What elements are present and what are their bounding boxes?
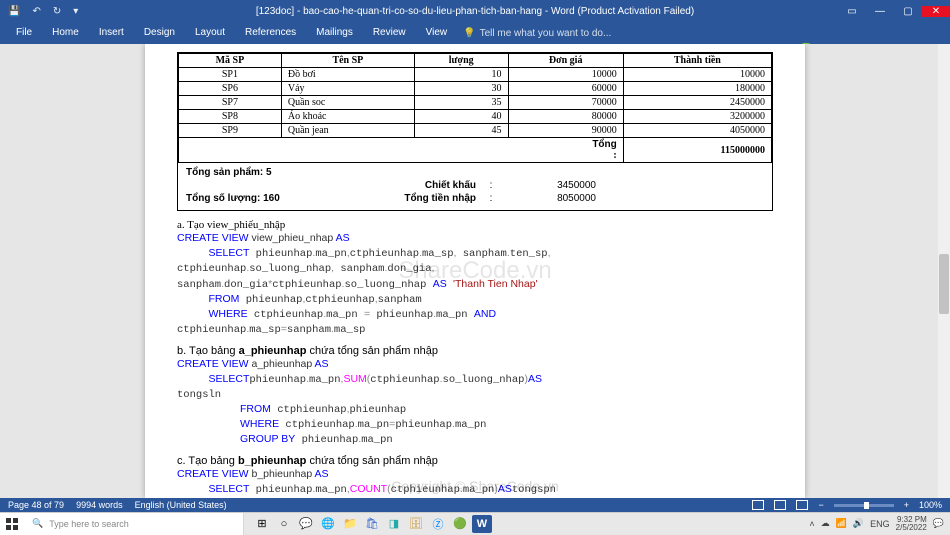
app-store-icon[interactable]: 🛍	[362, 515, 382, 533]
tong-so-luong: Tổng số lượng: 160	[186, 193, 326, 204]
tong-san-pham: Tổng sản phẩm: 5	[186, 167, 326, 178]
maximize-button[interactable]: ▢	[894, 6, 922, 17]
table-row: SP7Quần soc35700002450000	[179, 96, 772, 110]
scrollbar-thumb[interactable]	[939, 254, 949, 314]
print-layout-icon[interactable]	[774, 500, 786, 510]
th-thanhtien: Thành tiền	[623, 54, 771, 68]
minimize-button[interactable]: —	[866, 6, 894, 17]
search-placeholder: Type here to search	[49, 519, 129, 529]
chiet-khau-value: 3450000	[506, 180, 596, 191]
table-row: SP1Đồ bơi101000010000	[179, 68, 772, 82]
th-dongia: Đơn giá	[508, 54, 623, 68]
zoom-slider[interactable]	[834, 504, 894, 507]
close-button[interactable]: ✕	[922, 6, 950, 17]
tray-volume-icon[interactable]: 🔊	[853, 518, 864, 529]
section-a-label: a. Tạo view_phiếu_nhập	[177, 219, 773, 231]
app-sql-icon[interactable]: 🗄	[406, 515, 426, 533]
undo-icon[interactable]: ↶	[32, 6, 40, 17]
status-page[interactable]: Page 48 of 79	[8, 500, 64, 510]
tell-me-box[interactable]: 💡 Tell me what you want to do...	[463, 28, 611, 39]
tray-onedrive-icon[interactable]: ☁	[821, 518, 830, 529]
code-block-a: CREATE VIEW view_phieu_nhap AS SELECT ph…	[177, 231, 773, 337]
tong-tien-label: Tổng tiền nhập	[326, 193, 476, 204]
tab-review[interactable]: Review	[363, 22, 416, 44]
read-mode-icon[interactable]	[752, 500, 764, 510]
zoom-level[interactable]: 100%	[919, 500, 942, 510]
tray-clock[interactable]: 9:32 PM 2/5/2022	[896, 516, 927, 532]
save-icon[interactable]: 💾	[8, 6, 20, 17]
app-zalo-icon[interactable]: Ⓩ	[428, 515, 448, 533]
th-luong: lượng	[414, 54, 508, 68]
web-layout-icon[interactable]	[796, 500, 808, 510]
search-icon: 🔍	[32, 518, 43, 529]
windows-taskbar: 🔍 Type here to search ⊞ ○ 💬 🌐 📁 🛍 ◨ 🗄 Ⓩ …	[0, 512, 950, 534]
table-row: SP9Quần jean45900004050000	[179, 124, 772, 138]
tab-home[interactable]: Home	[42, 22, 89, 44]
tab-layout[interactable]: Layout	[185, 22, 235, 44]
tab-file[interactable]: File	[6, 22, 42, 44]
tell-me-text: Tell me what you want to do...	[480, 28, 612, 39]
app-vscode-icon[interactable]: ◨	[384, 515, 404, 533]
status-bar: Page 48 of 79 9994 words English (United…	[0, 498, 950, 512]
table-row: SP8Áo khoác40800003200000	[179, 110, 772, 124]
lightbulb-icon: 💡	[463, 28, 475, 39]
task-view-icon[interactable]: ⊞	[252, 515, 272, 533]
zoom-out-icon[interactable]: −	[818, 500, 823, 510]
tray-notifications-icon[interactable]: 💬	[933, 518, 944, 529]
vertical-scrollbar[interactable]	[938, 44, 950, 498]
table-row: SP6Váy3060000180000	[179, 82, 772, 96]
app-edge-icon[interactable]: 🌐	[318, 515, 338, 533]
table-header-row: Mã SP Tên SP lượng Đơn giá Thành tiền	[179, 54, 772, 68]
ribbon-tabs: File Home Insert Design Layout Reference…	[0, 22, 950, 44]
section-c-label: c. Tạo bảng b_phieunhap chứa tổng sản ph…	[177, 455, 773, 467]
ribbon-options-icon[interactable]: ▭	[838, 6, 866, 17]
tab-insert[interactable]: Insert	[89, 22, 134, 44]
app-chrome-icon[interactable]: 🟢	[450, 515, 470, 533]
title-bar: 💾 ↶ ↻ ▾ [123doc] - bao-cao-he-quan-tri-c…	[0, 0, 950, 22]
code-block-b: CREATE VIEW a_phieunhap AS SELECTphieunh…	[177, 357, 773, 447]
app-chat-icon[interactable]: 💬	[296, 515, 316, 533]
document-page[interactable]: ShareCode.vn Mã SP Tên SP lượng Đơn giá …	[145, 44, 805, 498]
qat-dropdown-icon[interactable]: ▾	[73, 6, 78, 17]
tong-label: Tổng:	[179, 138, 624, 163]
tray-chevron-up-icon[interactable]: ˄	[809, 519, 814, 529]
tab-view[interactable]: View	[416, 22, 458, 44]
code-block-c: CREATE VIEW b_phieunhap AS SELECT phieun…	[177, 467, 773, 497]
document-area[interactable]: ShareCode.vn Mã SP Tên SP lượng Đơn giá …	[0, 44, 950, 498]
quick-access-toolbar: 💾 ↶ ↻ ▾	[0, 6, 78, 17]
report-table: Mã SP Tên SP lượng Đơn giá Thành tiền SP…	[177, 52, 773, 211]
window-title: [123doc] - bao-cao-he-quan-tri-co-so-du-…	[256, 6, 694, 17]
tong-tien-value: 8050000	[506, 193, 596, 204]
tab-references[interactable]: References	[235, 22, 306, 44]
chiet-khau-label: Chiết khấu	[326, 180, 476, 191]
redo-icon[interactable]: ↻	[53, 6, 61, 17]
th-tensp: Tên SP	[281, 54, 414, 68]
tray-language[interactable]: ENG	[870, 519, 890, 529]
app-word-icon[interactable]: W	[472, 515, 492, 533]
status-language[interactable]: English (United States)	[135, 500, 227, 510]
tray-network-icon[interactable]: 📶	[836, 518, 847, 529]
tab-mailings[interactable]: Mailings	[306, 22, 363, 44]
tab-design[interactable]: Design	[134, 22, 185, 44]
cortana-icon[interactable]: ○	[274, 515, 294, 533]
zoom-in-icon[interactable]: +	[904, 500, 909, 510]
th-masp: Mã SP	[179, 54, 282, 68]
section-b-label: b. Tạo bảng a_phieunhap chứa tổng sản ph…	[177, 345, 773, 357]
status-words[interactable]: 9994 words	[76, 500, 123, 510]
table-total-row: Tổng:115000000	[179, 138, 772, 163]
start-button[interactable]	[0, 513, 24, 535]
app-explorer-icon[interactable]: 📁	[340, 515, 360, 533]
taskbar-search[interactable]: 🔍 Type here to search	[24, 513, 244, 535]
tray-date: 2/5/2022	[896, 524, 927, 532]
